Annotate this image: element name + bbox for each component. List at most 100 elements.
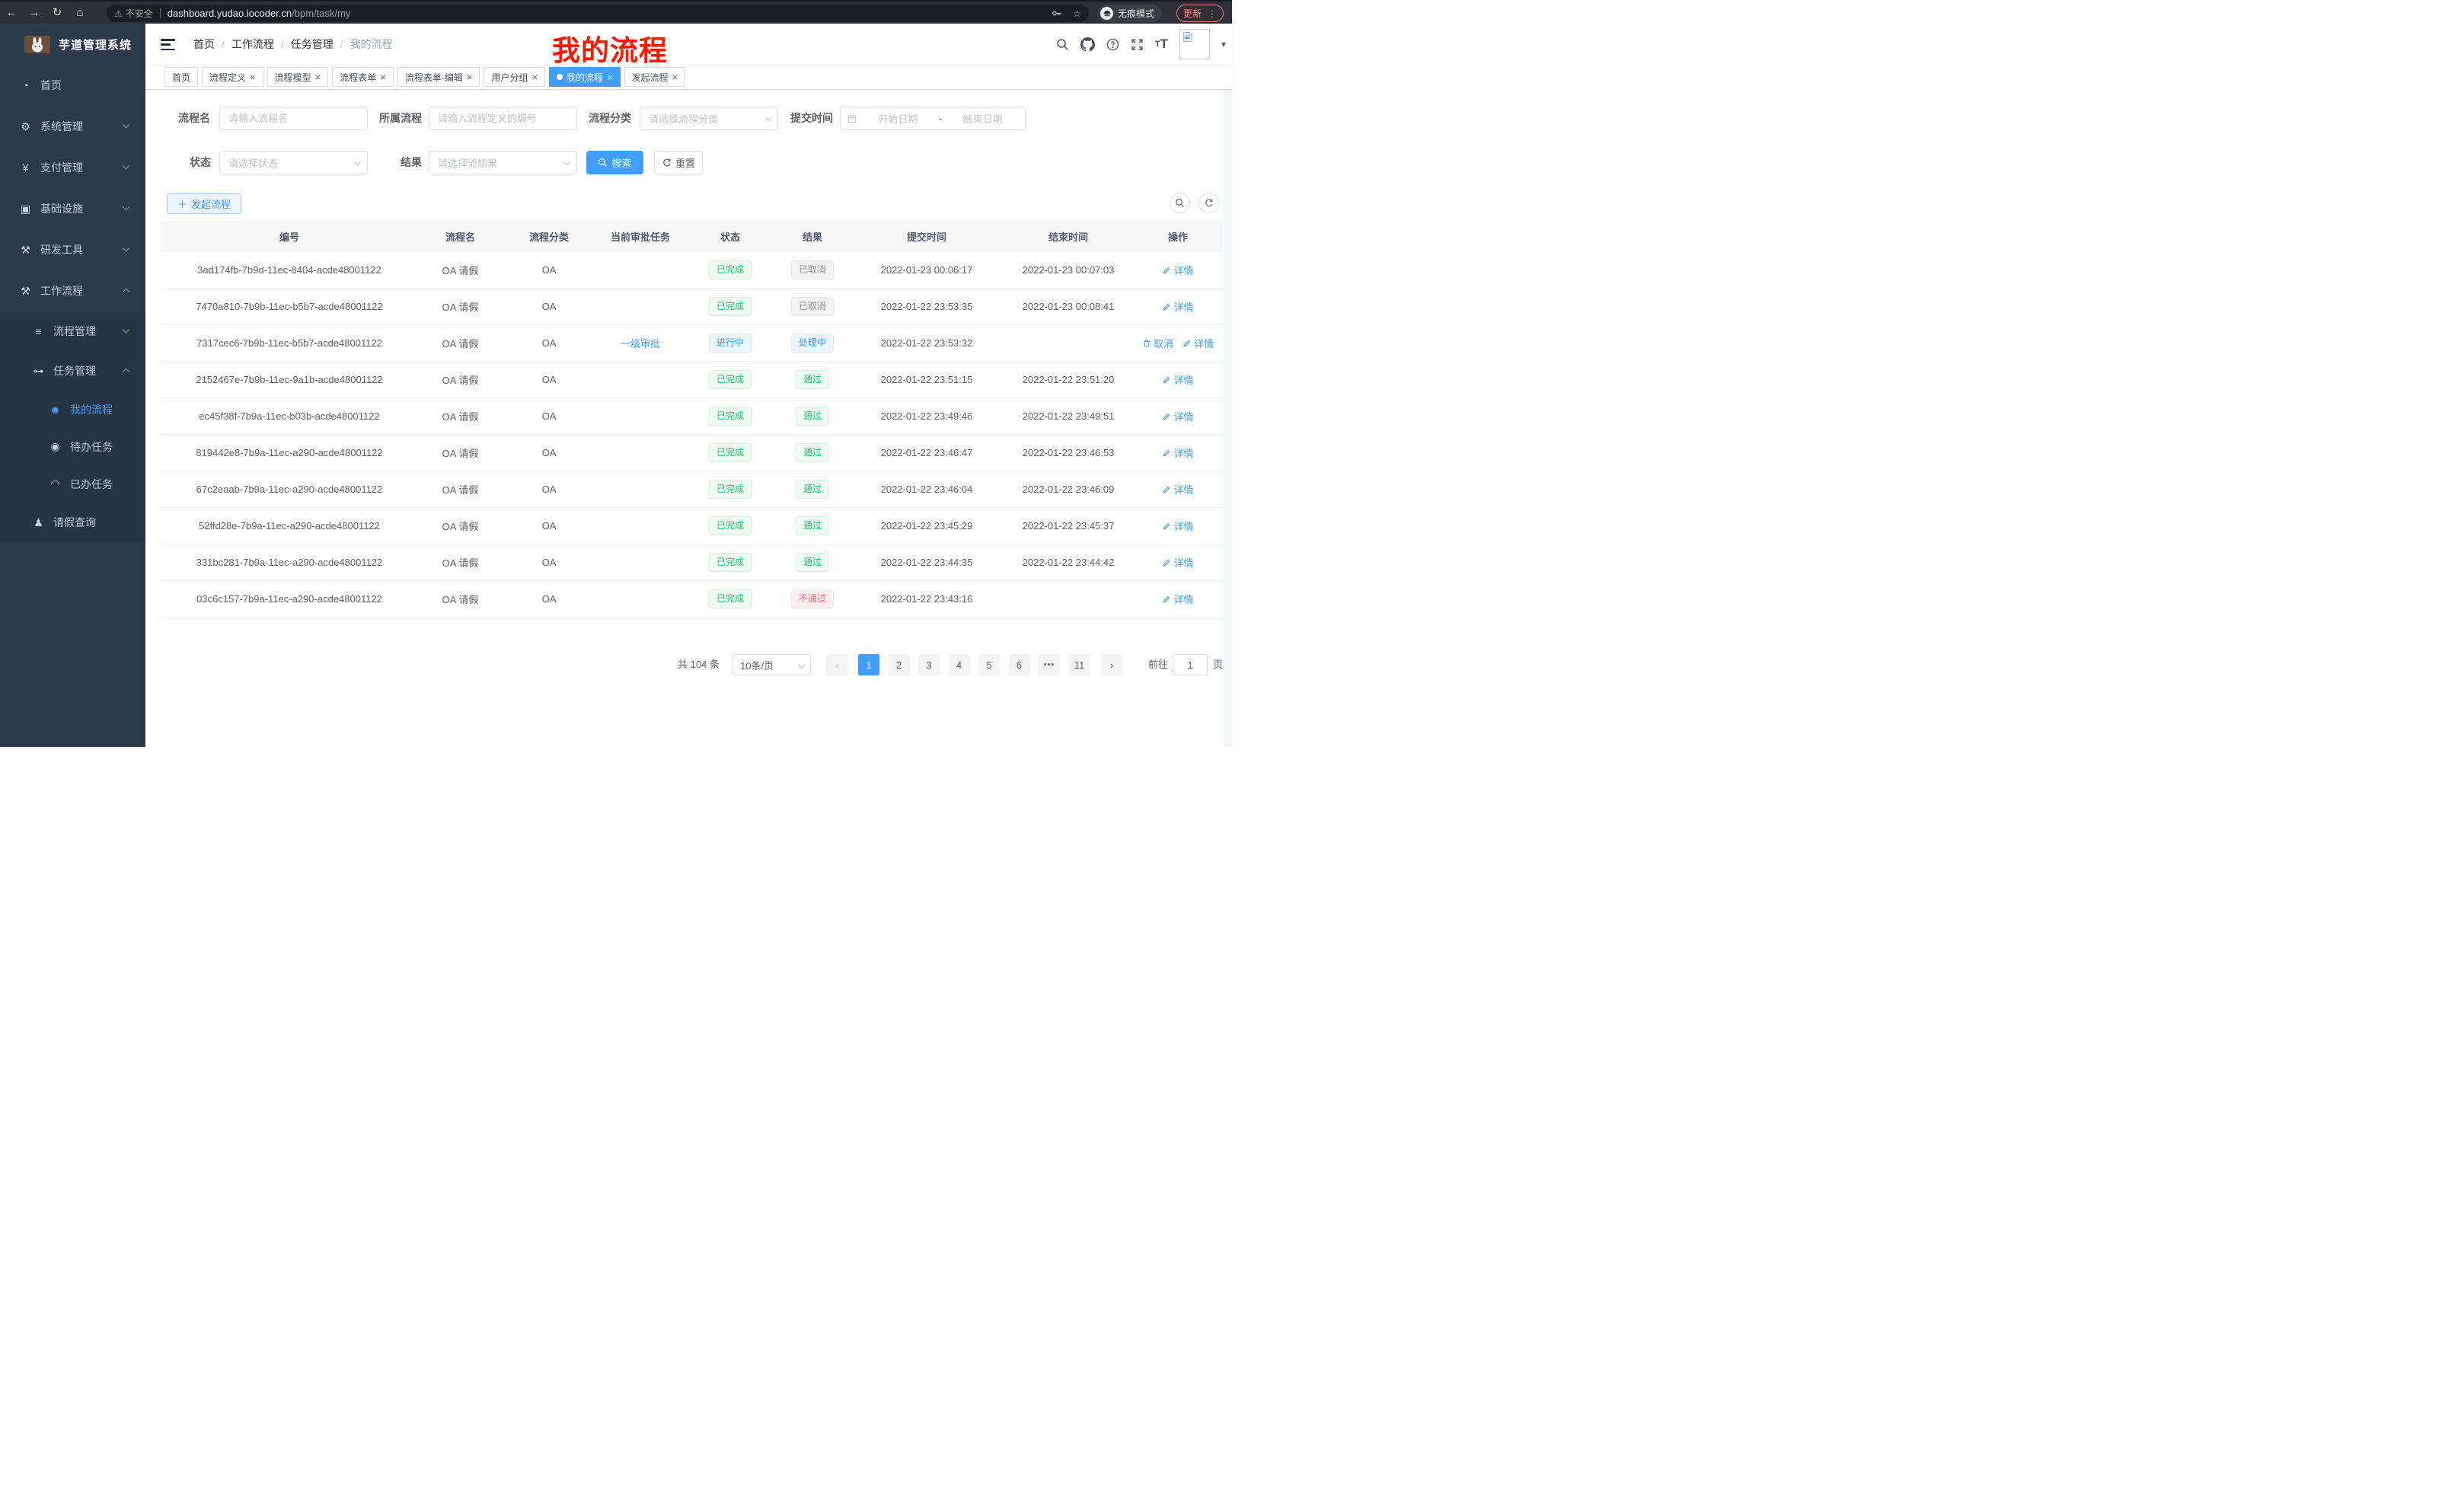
filter-definition-input[interactable] — [429, 107, 577, 130]
sidebar-item[interactable]: ¥ 支付管理 — [0, 147, 145, 188]
main-content: 流程名 所属流程 流程分类 请选择流程分类 提交时间 开始日期 - 结束日期 状… — [145, 90, 1232, 747]
caret-down-icon[interactable]: ▾ — [1221, 39, 1226, 49]
result-badge: 已取消 — [791, 260, 834, 279]
password-key-icon[interactable] — [1051, 8, 1062, 19]
sidebar-item[interactable]: ♟ 请假查询 — [0, 503, 145, 542]
bookmark-star-icon[interactable]: ☆ — [1073, 8, 1081, 19]
table-row: 67c2eaab-7b9a-11ec-a290-acde48001122 OA … — [161, 471, 1223, 508]
cell-category: OA — [503, 252, 595, 288]
detail-link[interactable]: 详情 — [1162, 372, 1193, 387]
close-icon[interactable]: × — [672, 72, 678, 83]
refresh-table-button[interactable] — [1198, 193, 1219, 213]
breadcrumb-item[interactable]: 工作流程 — [215, 37, 274, 52]
cell-id: ec45f38f-7b9a-11ec-b03b-acde48001122 — [161, 398, 418, 434]
page-number-button[interactable]: 2 — [889, 654, 910, 675]
browser-home-icon[interactable]: ⌂ — [69, 2, 91, 24]
table-row: 03c6c157-7b9a-11ec-a290-acde48001122 OA … — [161, 581, 1223, 618]
detail-link[interactable]: 详情 — [1162, 445, 1193, 460]
view-tab[interactable]: 用户分组 × — [484, 67, 545, 87]
page-number-button[interactable]: 6 — [1009, 654, 1030, 675]
browser-menu-icon[interactable]: ⋮ — [1208, 8, 1217, 19]
breadcrumb-item[interactable]: 首页 — [193, 37, 215, 52]
detail-link[interactable]: 详情 — [1162, 519, 1193, 533]
browser-update-button[interactable]: 更新 ⋮ — [1176, 5, 1224, 22]
goto-page-input[interactable] — [1173, 654, 1208, 675]
detail-link[interactable]: 详情 — [1162, 409, 1193, 423]
page-number-button[interactable]: 3 — [918, 654, 940, 675]
page-size-select[interactable]: 10条/页 — [732, 654, 811, 675]
sidebar-item[interactable]: ⚒ 研发工具 — [0, 229, 145, 270]
close-icon[interactable]: × — [467, 72, 473, 83]
sidebar-item[interactable]: ▣ 基础设施 — [0, 188, 145, 229]
fullscreen-icon[interactable] — [1131, 38, 1144, 51]
view-tab[interactable]: 流程模型 × — [267, 67, 329, 87]
github-icon[interactable] — [1080, 37, 1095, 52]
sidebar-item[interactable]: ◉ 待办任务 — [0, 428, 145, 465]
cell-category: OA — [503, 435, 595, 471]
address-bar[interactable]: ⚠ 不安全 dashboard.yudao.iocoder.cn /bpm/ta… — [107, 5, 1089, 22]
view-tab[interactable]: 发起流程 × — [624, 67, 686, 87]
page-unit-label: 页 — [1213, 654, 1223, 675]
show-search-button[interactable] — [1170, 193, 1190, 213]
filter-result-label: 结果 — [376, 151, 422, 174]
filter-status-select[interactable]: 请选择状态 — [219, 151, 368, 174]
sidebar-item[interactable]: ⚙ 系统管理 — [0, 106, 145, 147]
breadcrumb-item[interactable]: 我的流程 — [334, 37, 393, 52]
sidebar-item-label: 已办任务 — [70, 477, 113, 492]
start-process-button[interactable]: ＋ 发起流程 — [167, 193, 241, 214]
page-number-button[interactable]: 5 — [978, 654, 1000, 675]
close-icon[interactable]: × — [607, 72, 613, 83]
font-size-icon[interactable]: TT — [1155, 37, 1168, 52]
close-icon[interactable]: × — [380, 72, 386, 83]
sidebar-item[interactable]: ◔ 首页 — [0, 65, 145, 106]
cell-id: 7317cec6-7b9b-11ec-b5b7-acde48001122 — [161, 325, 418, 361]
view-tab[interactable]: 我的流程 × — [549, 67, 621, 87]
page-number-button[interactable]: 4 — [949, 654, 970, 675]
browser-reload-icon[interactable]: ↻ — [46, 2, 69, 24]
detail-link[interactable]: 详情 — [1162, 482, 1193, 496]
detail-link[interactable]: 详情 — [1162, 555, 1193, 570]
sidebar-item[interactable]: ≡ 流程管理 — [0, 311, 145, 351]
help-icon[interactable] — [1106, 38, 1119, 51]
breadcrumb-item[interactable]: 任务管理 — [274, 37, 334, 52]
date-end-placeholder: 结束日期 — [946, 111, 1019, 126]
close-icon[interactable]: × — [315, 72, 321, 83]
hamburger-icon[interactable] — [161, 39, 175, 50]
search-button[interactable]: 搜索 — [586, 151, 643, 174]
view-tab[interactable]: 流程定义 × — [202, 67, 263, 87]
detail-link[interactable]: 详情 — [1162, 299, 1193, 314]
sidebar-item[interactable]: ⚒ 工作流程 — [0, 270, 145, 311]
result-badge: 不通过 — [791, 589, 834, 608]
view-tab[interactable]: 首页 — [164, 67, 198, 87]
prev-page-button[interactable]: ‹ — [826, 654, 847, 675]
next-page-button[interactable]: › — [1101, 654, 1122, 675]
sidebar-item[interactable]: ⊶ 任务管理 — [0, 351, 145, 391]
breadcrumb: 首页工作流程任务管理我的流程 — [193, 24, 393, 65]
browser-back-icon[interactable]: ← — [0, 2, 23, 24]
detail-link[interactable]: 详情 — [1183, 336, 1214, 350]
browser-forward-icon[interactable]: → — [23, 2, 46, 24]
page-number-button[interactable]: 1 — [858, 654, 879, 675]
filter-result-select[interactable]: 请选择流结果 — [429, 151, 577, 174]
close-icon[interactable]: × — [250, 72, 256, 83]
reset-button[interactable]: 重置 — [654, 151, 703, 174]
filter-date-range[interactable]: 开始日期 - 结束日期 — [840, 107, 1026, 130]
filter-name-input[interactable] — [219, 107, 368, 130]
view-tab[interactable]: 流程表单-编辑 × — [397, 67, 480, 87]
detail-link[interactable]: 详情 — [1162, 263, 1193, 277]
search-icon[interactable] — [1056, 38, 1069, 51]
divider — [160, 8, 161, 18]
avatar[interactable] — [1179, 29, 1210, 59]
page-number-button[interactable]: ••• — [1039, 654, 1060, 675]
close-icon[interactable]: × — [531, 72, 538, 83]
filter-category-select[interactable]: 请选择流程分类 — [640, 107, 778, 130]
sidebar-item[interactable]: ☻ 我的流程 — [0, 391, 145, 428]
cancel-link[interactable]: 取消 — [1142, 336, 1173, 350]
gear-icon: ⚙ — [19, 120, 32, 133]
sidebar-item[interactable]: ◠ 已办任务 — [0, 465, 145, 503]
task-link[interactable]: 一级审批 — [621, 336, 660, 350]
page-number-button[interactable]: 11 — [1069, 654, 1090, 675]
view-tab[interactable]: 流程表单 × — [332, 67, 394, 87]
detail-link[interactable]: 详情 — [1162, 592, 1193, 606]
tags-view-bar: 首页 流程定义 × 流程模型 × 流程表单 × 流程表单-编辑 × 用户分组 ×… — [145, 65, 1232, 90]
